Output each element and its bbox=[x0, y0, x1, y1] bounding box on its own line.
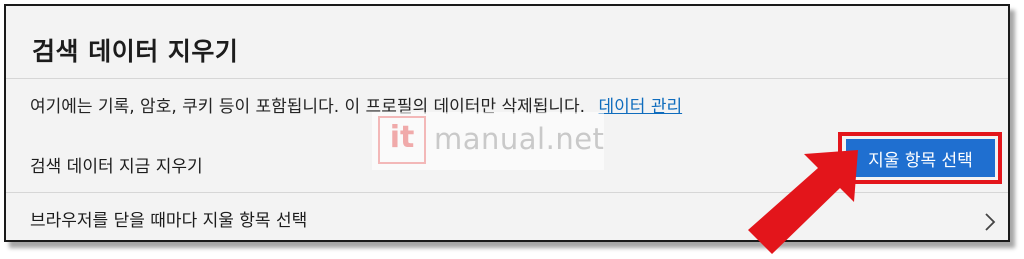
divider bbox=[6, 78, 1008, 79]
watermark-text: manual.net bbox=[434, 122, 605, 156]
chevron-right-icon[interactable] bbox=[980, 211, 1000, 233]
red-arrow-icon bbox=[748, 150, 858, 254]
panel-title: 검색 데이터 지우기 bbox=[32, 37, 239, 66]
clear-on-close-row[interactable]: 브라우저를 닫을 때마다 지울 항목 선택 bbox=[30, 206, 307, 231]
watermark-logo: it bbox=[378, 116, 426, 164]
watermark: it manual.net bbox=[372, 112, 604, 170]
manage-data-link[interactable]: 데이터 관리 bbox=[599, 97, 683, 117]
watermark-logo-text: it bbox=[389, 120, 415, 155]
clear-now-label: 검색 데이터 지금 지우기 bbox=[30, 157, 203, 177]
